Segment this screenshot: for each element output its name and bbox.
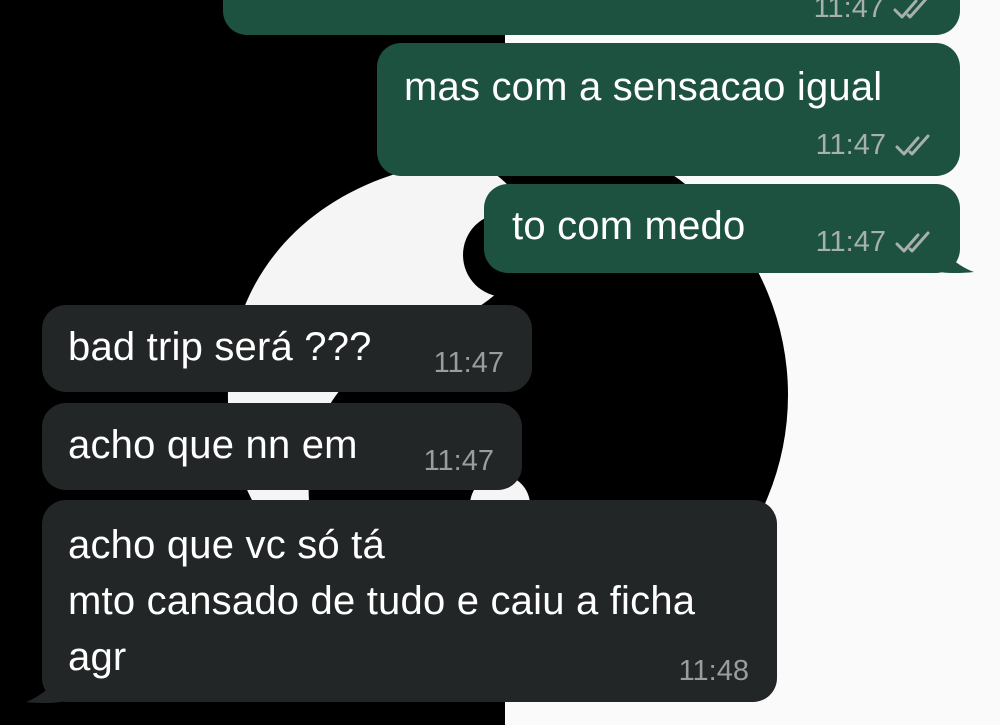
double-check-icon xyxy=(895,134,930,155)
message-bubble-incoming[interactable]: acho que nn em 11:47 xyxy=(42,403,522,490)
message-bubble-incoming[interactable]: acho que vc só tá mto cansado de tudo e … xyxy=(42,500,777,702)
message-meta: 11:47 xyxy=(424,445,494,478)
double-check-icon xyxy=(893,0,927,18)
message-meta: 11:47 xyxy=(816,129,934,162)
message-meta: 11:47 xyxy=(434,347,504,380)
message-time: 11:47 xyxy=(813,0,884,24)
message-time: 11:47 xyxy=(423,445,494,477)
message-text: bad trip será ??? xyxy=(68,325,372,369)
message-time: 11:47 xyxy=(815,129,886,161)
message-bubble-outgoing[interactable]: to com medo 11:47 xyxy=(484,184,960,273)
message-bubble-outgoing[interactable]: 11:47 xyxy=(223,0,960,35)
message-text: to com medo xyxy=(512,204,746,248)
message-text: acho que vc só tá mto cansado de tudo e … xyxy=(68,523,696,679)
message-time: 11:47 xyxy=(433,347,504,379)
message-time: 11:47 xyxy=(815,226,886,258)
message-text: acho que nn em xyxy=(68,423,358,467)
double-check-icon xyxy=(895,231,930,252)
message-meta: 11:48 xyxy=(679,655,749,688)
message-meta: 11:47 xyxy=(816,226,934,259)
message-meta: 11:47 xyxy=(814,0,932,25)
message-bubble-outgoing[interactable]: mas com a sensacao igual 11:47 xyxy=(377,43,960,176)
message-text: mas com a sensacao igual xyxy=(404,65,883,109)
message-time: 11:48 xyxy=(678,655,749,687)
message-bubble-incoming[interactable]: bad trip será ??? 11:47 xyxy=(42,305,532,392)
